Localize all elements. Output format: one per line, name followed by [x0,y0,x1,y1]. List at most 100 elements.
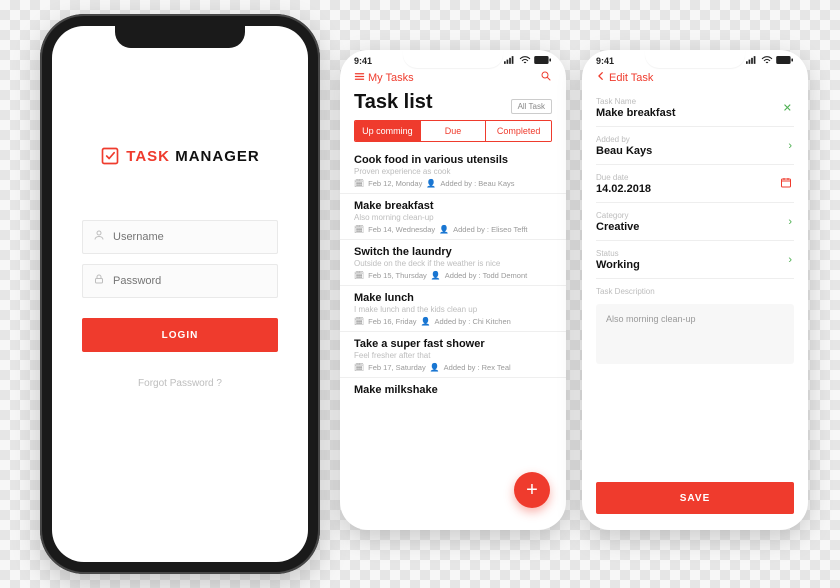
field-value: Make breakfast [596,107,794,119]
chevron-right-icon: › [788,140,792,152]
notch [403,50,503,68]
task-meta: 🗓 Feb 14, Wednesday 👤 Added by : Eliseo … [354,225,552,234]
status-indicators [504,56,552,66]
task-row[interactable]: Take a super fast shower Feel fresher af… [340,332,566,378]
wifi-icon [761,56,773,66]
description-label: Task Description [596,287,794,296]
task-title: Switch the laundry [354,246,552,258]
filter-tabs: Up comming Due Completed [354,120,552,142]
username-field-wrap[interactable] [82,220,278,254]
all-task-chip[interactable]: All Task [511,99,552,114]
user-icon [93,228,105,246]
chevron-left-icon [596,70,606,85]
status-indicators [746,56,794,66]
edit-form: Task Name Make breakfast ✕ Added by Beau… [582,85,808,364]
back-my-tasks[interactable]: My Tasks [354,71,414,85]
field-due-date[interactable]: Due date 14.02.2018 [596,165,794,203]
task-row[interactable]: Switch the laundry Outside on the deck i… [340,240,566,286]
password-field-wrap[interactable] [82,264,278,298]
calendar-icon: 🗓 [354,225,364,234]
wifi-icon [519,56,531,66]
field-value: Creative [596,221,794,233]
close-icon[interactable]: ✕ [783,101,792,114]
password-input[interactable] [113,275,267,287]
task-meta: 🗓 Feb 17, Saturday 👤 Added by : Rex Teal [354,363,552,372]
add-task-fab[interactable]: + [514,472,550,508]
status-time: 9:41 [596,56,614,66]
status-time: 9:41 [354,56,372,66]
task-subtitle: I make lunch and the kids clean up [354,305,552,314]
task-title: Take a super fast shower [354,338,552,350]
tab-due[interactable]: Due [420,121,486,141]
task-subtitle: Also morning clean-up [354,213,552,222]
search-icon[interactable] [540,70,552,85]
task-row[interactable]: Make lunch I make lunch and the kids cle… [340,286,566,332]
field-value: Beau Kays [596,145,794,157]
field-task-name[interactable]: Task Name Make breakfast ✕ [596,89,794,127]
phone-frame-login: TASK MANAGER LOGIN Forgot Password ? [40,14,320,574]
battery-icon [776,56,794,66]
page-title: Task list [354,91,433,114]
field-label: Task Name [596,97,794,106]
field-label: Added by [596,135,794,144]
navbar-title: My Tasks [368,72,414,84]
notch [115,26,245,48]
field-category[interactable]: Category Creative › [596,203,794,241]
save-button[interactable]: SAVE [596,482,794,514]
field-label: Status [596,249,794,258]
task-meta: 🗓 Feb 12, Monday 👤 Added by : Beau Kays [354,179,552,188]
field-label: Category [596,211,794,220]
login-screen: TASK MANAGER LOGIN Forgot Password ? [52,26,308,562]
field-value: Working [596,259,794,271]
login-container: TASK MANAGER LOGIN Forgot Password ? [52,26,308,389]
app-logo-text: TASK MANAGER [126,148,259,165]
calendar-icon: 🗓 [354,317,364,326]
field-value: 14.02.2018 [596,183,794,195]
calendar-icon [780,176,792,191]
tab-upcoming[interactable]: Up comming [355,121,420,141]
phone-frame-edittask: 9:41 Edit Task Task Name Make breakfast … [582,50,808,530]
calendar-icon: 🗓 [354,179,364,188]
user-icon: 👤 [421,317,431,326]
task-meta: 🗓 Feb 16, Friday 👤 Added by : Chi Kitche… [354,317,552,326]
tasklist-navbar: My Tasks [340,66,566,85]
battery-icon [534,56,552,66]
task-row[interactable]: Make breakfast Also morning clean-up 🗓 F… [340,194,566,240]
task-title: Make milkshake [354,384,552,396]
task-list: Cook food in various utensils Proven exp… [340,148,566,401]
menu-icon [354,71,365,85]
signal-icon [746,56,758,66]
task-subtitle: Feel fresher after that [354,351,552,360]
user-icon: 👤 [431,271,441,280]
lock-icon [93,272,105,290]
tasklist-header: Task list All Task [340,85,566,120]
task-title: Cook food in various utensils [354,154,552,166]
checkbox-logo-icon [100,146,120,166]
plus-icon: + [526,479,538,502]
chevron-right-icon: › [788,216,792,228]
login-button[interactable]: LOGIN [82,318,278,352]
edit-navbar[interactable]: Edit Task [582,66,808,85]
chevron-right-icon: › [788,254,792,266]
field-label: Due date [596,173,794,182]
task-row[interactable]: Cook food in various utensils Proven exp… [340,148,566,194]
navbar-title: Edit Task [609,72,653,84]
field-status[interactable]: Status Working › [596,241,794,279]
field-added-by[interactable]: Added by Beau Kays › [596,127,794,165]
phone-frame-tasklist: 9:41 My Tasks Task list All Task [340,50,566,530]
task-title: Make lunch [354,292,552,304]
task-meta: 🗓 Feb 15, Thursday 👤 Added by : Todd Dem… [354,271,552,280]
calendar-icon: 🗓 [354,363,364,372]
notch [645,50,745,68]
signal-icon [504,56,516,66]
tab-completed[interactable]: Completed [485,121,551,141]
task-subtitle: Proven experience as cook [354,167,552,176]
forgot-password-link[interactable]: Forgot Password ? [82,378,278,389]
task-title: Make breakfast [354,200,552,212]
username-input[interactable] [113,231,267,243]
task-subtitle: Outside on the deck if the weather is ni… [354,259,552,268]
task-row[interactable]: Make milkshake [340,378,566,401]
description-textarea[interactable]: Also morning clean-up [596,304,794,364]
calendar-icon: 🗓 [354,271,364,280]
app-logo: TASK MANAGER [82,146,278,166]
